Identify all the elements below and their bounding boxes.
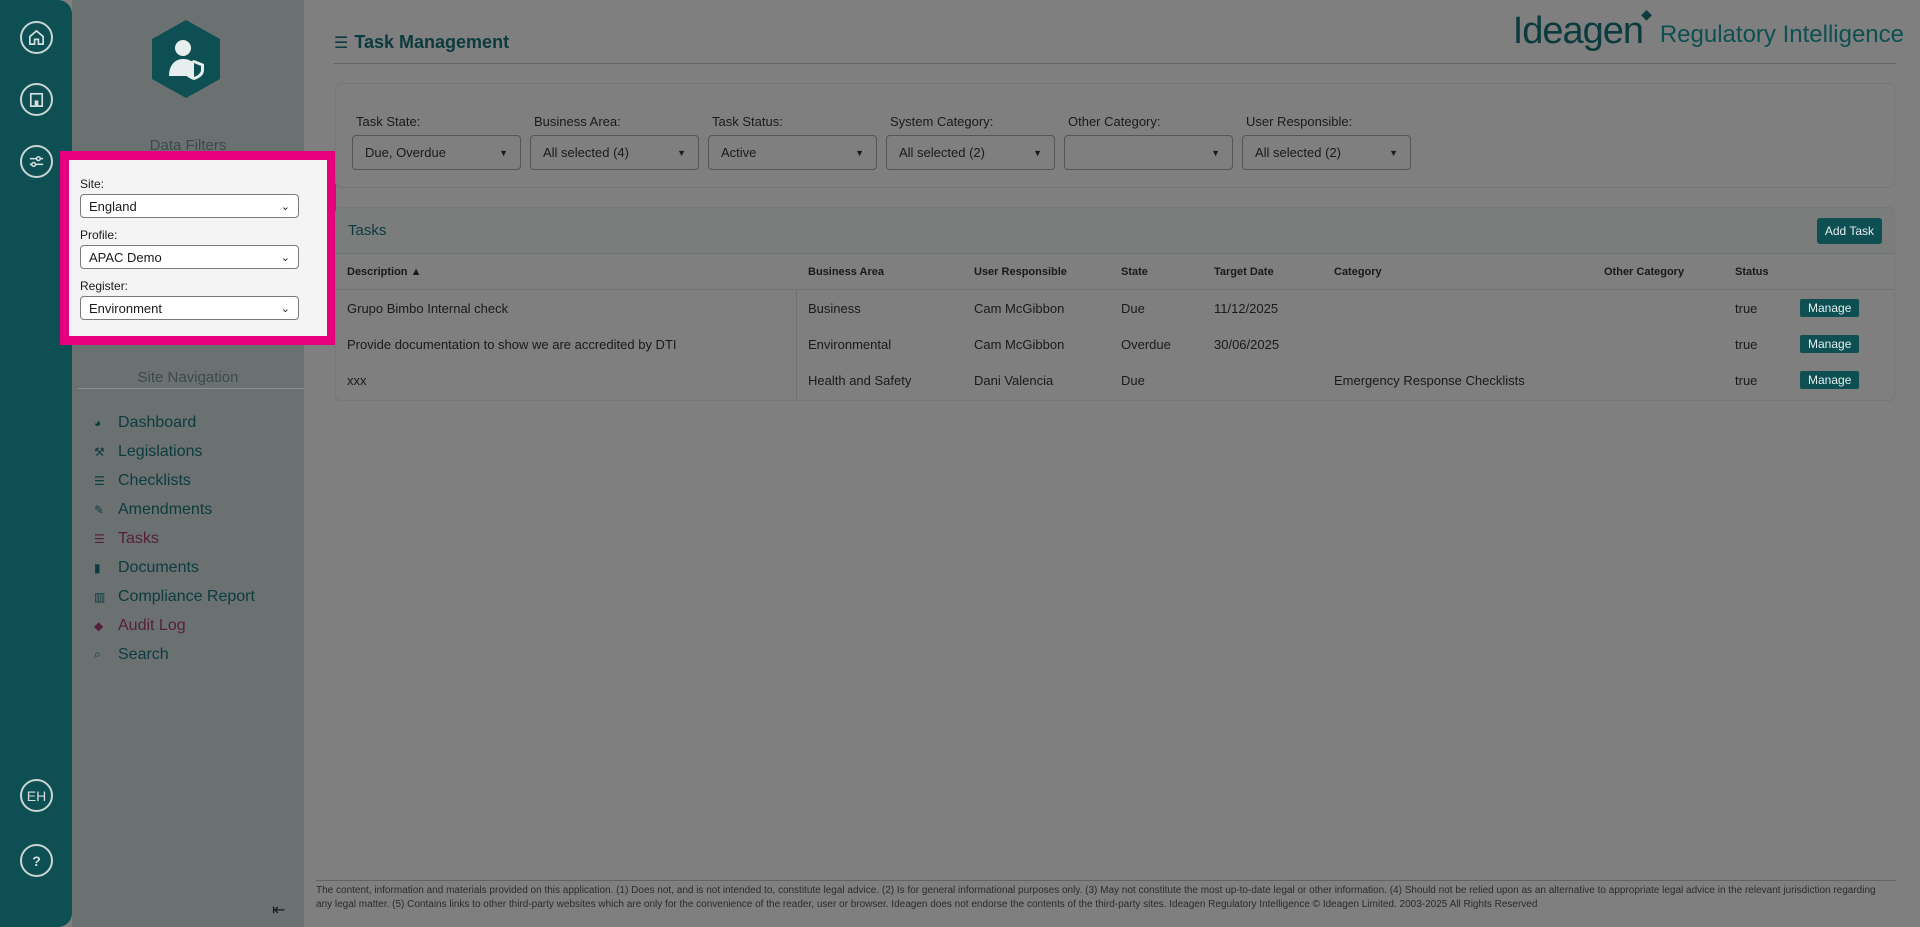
register-select[interactable]: Environment ⌄ [80, 296, 299, 320]
register-label: Register: [80, 279, 129, 293]
gavel-icon: ⚒ [94, 444, 105, 459]
filter-task-status: Task Status: Active ▼ [708, 114, 877, 170]
tasks-icon: ☰ [334, 34, 349, 52]
chevron-down-icon: ▼ [855, 147, 864, 158]
edit-icon: ✎ [94, 502, 105, 517]
column-header-category[interactable]: Category [1334, 254, 1382, 290]
chevron-down-icon: ⌄ [280, 302, 290, 315]
column-header-description[interactable]: Description ▲ [347, 254, 421, 290]
main-content: ☰ Task Management Ideagen ◆ Regulatory I… [304, 0, 1920, 927]
tags-icon: ◆ [94, 618, 104, 633]
nav-amendments[interactable]: ✎ Amendments [94, 495, 255, 524]
app-rail: EH ? [0, 0, 72, 927]
tasks-icon: ☰ [94, 531, 105, 546]
home-icon[interactable] [20, 21, 53, 54]
data-filters-panel: Site: England ⌄ Profile: APAC Demo ⌄ Regis… [60, 151, 336, 345]
manage-button[interactable]: Manage [1800, 371, 1860, 389]
chart-icon: ▥ [94, 589, 106, 604]
nav-tasks[interactable]: ☰ Tasks [94, 524, 255, 553]
nav-audit-log[interactable]: ◆ Audit Log [94, 611, 255, 640]
dashboard-icon: ◕ [94, 415, 102, 430]
profile-label: Profile: [80, 228, 118, 242]
add-task-button[interactable]: Add Task [1816, 217, 1882, 244]
tasks-card: Tasks Add Task Description ▲ Business Ar… [335, 207, 1895, 401]
chevron-down-icon: ⌄ [280, 251, 290, 264]
filter-other-category: Other Category: ▼ [1064, 114, 1233, 170]
site-navigation-heading: Site Navigation [137, 369, 239, 386]
nav-search[interactable]: ⌕ Search [94, 640, 255, 669]
document-icon: ▮ [94, 560, 101, 575]
business-area-select[interactable]: All selected (4) ▼ [530, 135, 699, 170]
column-header-status[interactable]: Status [1735, 254, 1769, 290]
column-header-business-area[interactable]: Business Area [808, 254, 884, 290]
column-header-target-date[interactable]: Target Date [1214, 254, 1274, 290]
collapse-sidebar-icon[interactable]: ⇤ [272, 900, 285, 920]
user-responsible-select[interactable]: All selected (2) ▼ [1242, 135, 1411, 170]
system-category-select[interactable]: All selected (2) ▼ [886, 135, 1055, 170]
page-title: ☰ Task Management [334, 32, 510, 52]
brand-mark-icon: ◆ [1641, 6, 1652, 22]
chevron-down-icon: ▼ [499, 147, 508, 158]
column-header-user-responsible[interactable]: User Responsible [974, 254, 1067, 290]
nav-documents[interactable]: ▮ Documents [94, 553, 255, 582]
column-header-other-category[interactable]: Other Category [1604, 254, 1684, 290]
nav-checklists[interactable]: ☰ Checklists [94, 466, 255, 495]
task-filters-card: Task State: Due, Overdue ▼ Business Area:… [335, 83, 1895, 188]
compliance-user-logo-icon [152, 20, 220, 98]
profile-select[interactable]: APAC Demo ⌄ [80, 245, 299, 269]
nav-dashboard[interactable]: ◕ Dashboard [94, 408, 255, 437]
task-state-select[interactable]: Due, Overdue ▼ [352, 135, 521, 170]
sidebar: Data Filters Site Navigation ◕ Dashboard … [72, 0, 304, 927]
site-select[interactable]: England ⌄ [80, 194, 299, 218]
chevron-down-icon: ⌄ [280, 200, 290, 213]
column-header-state[interactable]: State [1121, 254, 1148, 290]
site-label: Site: [80, 177, 105, 191]
nav-compliance-report[interactable]: ▥ Compliance Report [94, 582, 255, 611]
chevron-down-icon: ▼ [677, 147, 686, 158]
sliders-icon[interactable] [20, 145, 53, 178]
filter-system-category: System Category: All selected (2) ▼ [886, 114, 1055, 170]
chevron-down-icon: ▼ [1033, 147, 1042, 158]
divider [334, 63, 1896, 64]
chevron-down-icon: ▼ [1389, 147, 1398, 158]
other-category-select[interactable]: ▼ [1064, 135, 1233, 170]
table-row: xxx Health and Safety Dani Valencia Due … [336, 362, 1894, 398]
table-row: Provide documentation to show we are acc… [336, 326, 1894, 362]
filter-business-area: Business Area: All selected (4) ▼ [530, 114, 699, 170]
building-icon[interactable] [20, 83, 53, 116]
filter-task-state: Task State: Due, Overdue ▼ [352, 114, 521, 170]
task-status-select[interactable]: Active ▼ [708, 135, 877, 170]
nav-legislations[interactable]: ⚒ Legislations [94, 437, 255, 466]
column-divider [796, 290, 797, 400]
brand-logo: Ideagen ◆ Regulatory Intelligence [1512, 6, 1904, 52]
table-header: Description ▲ Business Area User Respons… [336, 254, 1894, 290]
chevron-down-icon: ▼ [1211, 147, 1220, 158]
list-icon: ☰ [94, 473, 105, 488]
divider [316, 880, 1896, 881]
divider [78, 388, 304, 389]
manage-button[interactable]: Manage [1800, 299, 1860, 317]
manage-button[interactable]: Manage [1800, 335, 1860, 353]
table-row: Grupo Bimbo Internal check Business Cam … [336, 290, 1894, 326]
legal-disclaimer: The content, information and materials p… [316, 885, 1876, 910]
search-icon: ⌕ [94, 647, 101, 661]
filter-user-responsible: User Responsible: All selected (2) ▼ [1242, 114, 1411, 170]
user-avatar[interactable]: EH [20, 779, 53, 812]
help-button[interactable]: ? [20, 844, 53, 877]
tasks-header: Tasks Add Task [336, 208, 1894, 254]
site-navigation: ◕ Dashboard ⚒ Legislations ☰ Checklists ✎ Am… [94, 408, 255, 669]
